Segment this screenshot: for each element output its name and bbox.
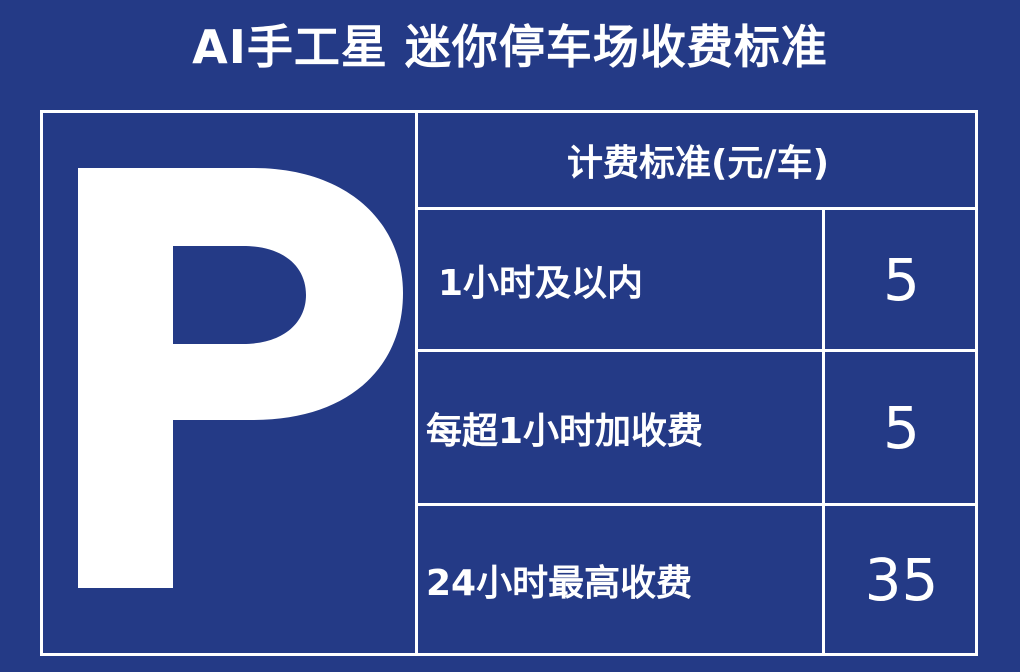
fee-row-3-price: 35	[864, 545, 939, 614]
fee-row-1-label: 1小时及以内	[438, 262, 644, 304]
fee-standard-header: 计费标准(元/车)	[566, 143, 830, 184]
fee-row-2-label: 每超1小时加收费	[426, 410, 704, 452]
page-title: AI手工星 迷你停车场收费标准	[192, 20, 828, 74]
fee-row-1-price: 5	[883, 245, 920, 314]
fee-row-3-label: 24小时最高收费	[426, 562, 693, 604]
parking-p-icon	[78, 168, 403, 588]
fee-row-2-price: 5	[883, 393, 920, 462]
